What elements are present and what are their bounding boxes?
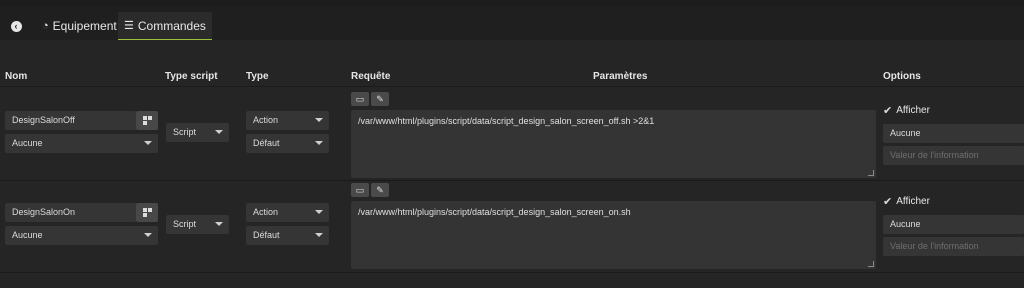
list-icon: ☰ (124, 20, 134, 32)
request-textarea[interactable]: /var/www/html/plugins/script/data/script… (351, 201, 876, 269)
request-text: /var/www/html/plugins/script/data/script… (358, 207, 631, 217)
header-type-script: Type script (165, 71, 218, 82)
type-script-select[interactable]: Script (166, 215, 229, 234)
info-select[interactable]: Aucune (883, 124, 1024, 143)
circle-arrow-left-icon: ‹ (10, 20, 22, 32)
header-nom: Nom (5, 71, 28, 82)
tab-commandes[interactable]: ☰ Commandes (118, 12, 212, 40)
row-divider (0, 86, 1024, 87)
resize-handle[interactable] (868, 170, 874, 176)
tab-commandes-label: Commandes (137, 18, 206, 33)
afficher-label: Afficher (896, 105, 930, 116)
edit-icon: ✎ (376, 93, 384, 104)
request-text: /var/www/html/plugins/script/data/script… (358, 116, 655, 126)
checkmark-icon: ✔ (883, 196, 893, 208)
tab-bar: ‹ ◔ Equipement ☰ Commandes (0, 6, 1024, 40)
row-divider (0, 272, 1024, 273)
command-name-input[interactable]: DesignSalonOff (5, 111, 136, 130)
qr-button[interactable] (136, 203, 158, 222)
header-options: Options (883, 71, 921, 82)
info-select[interactable]: Aucune (883, 215, 1024, 234)
tab-equipement-label: Equipement (52, 19, 117, 33)
type-script-select[interactable]: Script (166, 123, 229, 142)
qr-button[interactable] (136, 111, 158, 130)
header-type: Type (246, 71, 269, 82)
name-subtype-select[interactable]: Aucune (5, 134, 158, 153)
afficher-checkbox[interactable]: ✔ Afficher (883, 195, 930, 208)
subtype-select[interactable]: Défaut (246, 226, 329, 245)
folder-open-icon: ▭ (355, 184, 365, 195)
info-value-input[interactable]: Valeur de l'information (883, 237, 1024, 256)
edit-button[interactable]: ✎ (371, 183, 389, 197)
folder-open-icon: ▭ (355, 93, 365, 104)
qrcode-icon (142, 116, 152, 125)
command-name-input[interactable]: DesignSalonOn (5, 203, 136, 222)
qrcode-icon (142, 208, 152, 217)
edit-button[interactable]: ✎ (371, 92, 389, 106)
tab-equipement[interactable]: ◔ Equipement (36, 12, 123, 40)
type-select[interactable]: Action (246, 111, 329, 130)
afficher-label: Afficher (896, 196, 930, 207)
header-requete: Requête (351, 71, 391, 82)
edit-icon: ✎ (376, 184, 384, 195)
header-parametres: Paramètres (593, 71, 648, 82)
info-value-input[interactable]: Valeur de l'information (883, 146, 1024, 165)
back-button[interactable]: ‹ (4, 12, 28, 40)
request-textarea[interactable]: /var/www/html/plugins/script/data/script… (351, 110, 876, 178)
afficher-checkbox[interactable]: ✔ Afficher (883, 104, 930, 117)
name-subtype-select[interactable]: Aucune (5, 226, 158, 245)
type-select[interactable]: Action (246, 203, 329, 222)
subtype-select[interactable]: Défaut (246, 134, 329, 153)
resize-handle[interactable] (868, 261, 874, 267)
folder-button[interactable]: ▭ (351, 183, 369, 197)
folder-button[interactable]: ▭ (351, 92, 369, 106)
tachometer-icon: ◔ (42, 20, 49, 32)
row-divider (0, 180, 1024, 181)
checkmark-icon: ✔ (883, 105, 893, 117)
